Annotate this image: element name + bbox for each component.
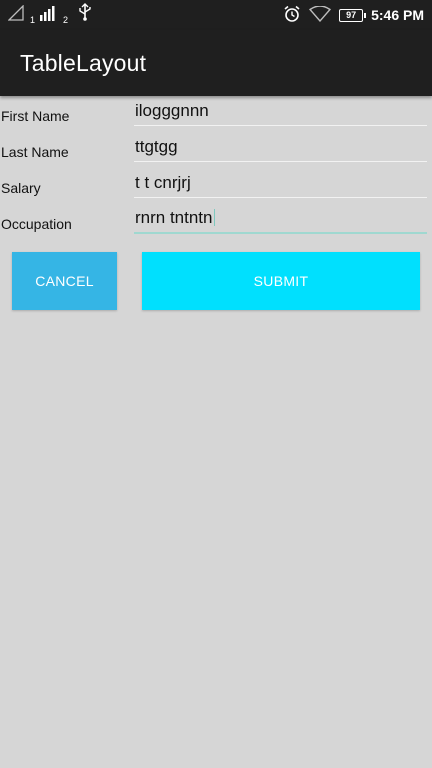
wifi-icon <box>309 4 332 25</box>
occupation-field[interactable]: rnrn tntntn <box>134 204 427 234</box>
alarm-icon <box>283 5 301 26</box>
salary-value: t t cnrjrj <box>135 173 191 192</box>
battery-icon: 97 <box>339 8 367 22</box>
sim2-label: 2 <box>63 15 69 25</box>
sim1-label: 1 <box>30 15 36 25</box>
first-name-label: First Name <box>1 108 70 124</box>
status-time: 5:46 PM <box>371 7 424 23</box>
usb-icon <box>78 3 92 26</box>
last-name-label: Last Name <box>1 144 69 160</box>
table-row-first-name: First Name ilogggnnn <box>0 96 432 132</box>
salary-field[interactable]: t t cnrjrj <box>134 168 427 198</box>
occupation-value: rnrn tntntn <box>135 208 213 227</box>
salary-label: Salary <box>1 180 41 196</box>
status-right-icons: 97 5:46 PM <box>283 4 424 26</box>
text-cursor <box>213 209 215 226</box>
table-row-salary: Salary t t cnrjrj <box>0 168 432 204</box>
signal-empty-icon <box>7 4 26 26</box>
last-name-value: ttgtgg <box>135 137 178 156</box>
status-left-icons: 1 2 <box>7 3 92 26</box>
table-row-last-name: Last Name ttgtgg <box>0 132 432 168</box>
table-row-occupation: Occupation rnrn tntntn <box>0 204 432 240</box>
action-bar: TableLayout <box>0 30 432 96</box>
first-name-field[interactable]: ilogggnnn <box>134 96 427 126</box>
app-title: TableLayout <box>20 50 147 76</box>
occupation-label: Occupation <box>1 216 72 232</box>
cancel-button[interactable]: CANCEL <box>12 252 117 310</box>
submit-button[interactable]: SUBMIT <box>142 252 420 310</box>
first-name-value: ilogggnnn <box>135 101 209 120</box>
signal-bars-icon <box>39 5 59 26</box>
occupation-value-wrap: rnrn tntntn <box>135 208 215 228</box>
battery-level: 97 <box>346 10 357 20</box>
last-name-field[interactable]: ttgtgg <box>134 132 427 162</box>
status-bar: 1 2 97 5:46 PM <box>0 0 432 30</box>
